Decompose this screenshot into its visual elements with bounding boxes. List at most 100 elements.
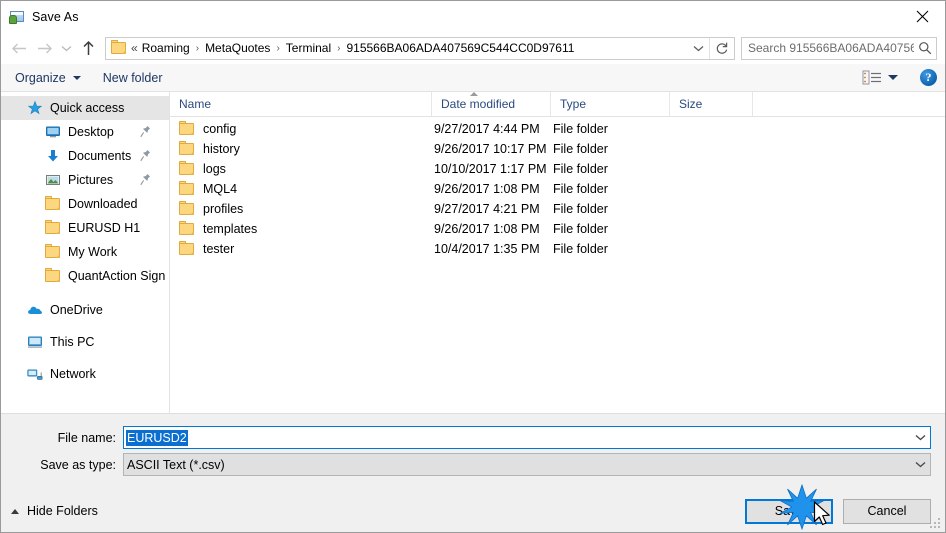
column-header-type[interactable]: Type [551,92,670,116]
sidebar-item-onedrive[interactable]: OneDrive [1,298,169,322]
search-input[interactable]: Search 915566BA06ADA40756... [742,41,914,55]
folder-icon [45,268,61,284]
column-header-date-modified[interactable]: Date modified [432,92,551,116]
file-name-input[interactable]: EURUSD2 [123,426,931,449]
file-name-label: history [203,142,240,156]
hide-folders-button[interactable]: Hide Folders [11,504,98,518]
folder-icon [45,220,61,236]
file-name-label: MQL4 [203,182,238,196]
sidebar-item-desktop[interactable]: Desktop [1,120,169,144]
breadcrumb-separator-1: › [276,42,280,54]
column-header-size[interactable]: Size [670,92,753,116]
table-row[interactable]: tester 10/4/2017 1:35 PM File folder [170,239,945,259]
breadcrumb-item-1[interactable]: MetaQuotes [203,41,272,55]
column-headers: Name Date modified Type Size [170,92,945,117]
cancel-button[interactable]: Cancel [843,498,931,524]
arrow-right-icon [38,43,52,53]
address-bar[interactable]: « Roaming › MetaQuotes › Terminal › 9155… [105,36,735,60]
documents-download-icon [45,148,61,164]
file-date-cell: 9/27/2017 4:44 PM [434,122,540,136]
table-row[interactable]: profiles 9/27/2017 4:21 PM File folder [170,199,945,219]
refresh-button[interactable] [709,37,734,59]
save-as-type-dropdown-button[interactable] [911,454,930,475]
sidebar-item-label: QuantAction Signal [68,269,165,283]
sidebar-item-label: Quick access [50,101,125,115]
back-button[interactable] [7,35,32,61]
folder-icon [179,241,195,256]
resize-grip-icon[interactable] [930,518,942,530]
file-name-label: config [203,122,237,136]
folder-icon [45,244,61,260]
file-list-pane: Name Date modified Type Size config 9/27… [170,92,945,413]
file-name-value[interactable]: EURUSD2 [126,429,188,446]
pictures-icon [45,172,61,188]
file-name-cell: tester [170,241,432,256]
file-type-cell: File folder [553,182,608,196]
save-button[interactable]: Save [745,498,833,524]
arrow-up-icon [83,40,94,55]
sidebar-item-quantaction-signal[interactable]: QuantAction Signal [1,264,169,288]
recent-locations-button[interactable] [57,35,76,61]
breadcrumb-lead[interactable]: « [131,41,140,55]
pin-icon[interactable] [140,173,151,186]
address-dropdown-button[interactable] [687,38,709,59]
monitor-icon [27,334,43,350]
sidebar-item-quick-access[interactable]: Quick access [1,96,169,120]
network-icon [27,366,43,382]
file-name-cell: logs [170,161,432,176]
pin-icon[interactable] [140,125,151,138]
file-type-cell: File folder [553,202,608,216]
file-date-cell: 10/10/2017 1:17 PM [434,162,547,176]
new-folder-button[interactable]: New folder [103,71,163,85]
table-row[interactable]: config 9/27/2017 4:44 PM File folder [170,119,945,139]
sidebar-item-eurusd-h1[interactable]: EURUSD H1 [1,216,169,240]
sidebar-item-label: OneDrive [50,303,103,317]
organize-button[interactable]: Organize [15,71,81,85]
sidebar-item-label: EURUSD H1 [68,221,141,235]
column-header-name[interactable]: Name [170,92,432,116]
breadcrumb-item-0[interactable]: Roaming [140,41,192,55]
breadcrumb-separator-0: › [195,42,200,54]
folder-icon [179,141,195,156]
file-name-dropdown-button[interactable] [911,427,930,448]
sidebar-item-downloaded[interactable]: Downloaded [1,192,169,216]
file-name-cell: MQL4 [170,181,432,196]
view-layout-icon[interactable] [862,70,882,86]
file-name-cell: history [170,141,432,156]
table-row[interactable]: history 9/26/2017 10:17 PM File folder [170,139,945,159]
cancel-label: Cancel [867,504,907,518]
file-date-cell: 9/27/2017 4:21 PM [434,202,540,216]
sidebar-item-label: Downloaded [68,197,138,211]
save-form: File name: EURUSD2 Save as type: ASCII T… [1,413,945,490]
file-name-row: File name: EURUSD2 [1,426,945,449]
sidebar-item-network[interactable]: Network [1,362,169,386]
view-options-chevron-down-icon[interactable] [888,75,898,80]
pin-icon[interactable] [140,149,151,162]
save-as-type-select[interactable]: ASCII Text (*.csv) [123,453,931,476]
folder-icon [179,181,195,196]
sidebar-item-documents[interactable]: Documents [1,144,169,168]
arrow-left-icon [12,43,26,53]
close-button[interactable] [899,1,945,31]
hide-folders-label: Hide Folders [27,504,98,518]
sidebar-item-my-work[interactable]: My Work [1,240,169,264]
command-toolbar: Organize New folder ? [1,64,945,92]
up-button[interactable] [76,35,101,61]
forward-button[interactable] [32,35,57,61]
table-row[interactable]: templates 9/26/2017 1:08 PM File folder [170,219,945,239]
file-name-label: profiles [203,202,244,216]
help-button[interactable]: ? [920,69,937,86]
sidebar-item-this-pc[interactable]: This PC [1,330,169,354]
chevron-down-icon [72,75,81,80]
toolbar-right-group: ? [862,69,937,86]
folder-icon [179,121,195,136]
breadcrumb-item-2[interactable]: Terminal [284,41,333,55]
search-box[interactable]: Search 915566BA06ADA40756... [741,36,937,60]
breadcrumb-item-3[interactable]: 915566BA06ADA407569C544CC0D97611 [344,41,576,55]
sidebar-item-pictures[interactable]: Pictures [1,168,169,192]
breadcrumb-separator-2: › [337,42,341,54]
file-type-cell: File folder [553,122,608,136]
file-date-cell: 9/26/2017 10:17 PM [434,142,547,156]
table-row[interactable]: MQL4 9/26/2017 1:08 PM File folder [170,179,945,199]
table-row[interactable]: logs 10/10/2017 1:17 PM File folder [170,159,945,179]
